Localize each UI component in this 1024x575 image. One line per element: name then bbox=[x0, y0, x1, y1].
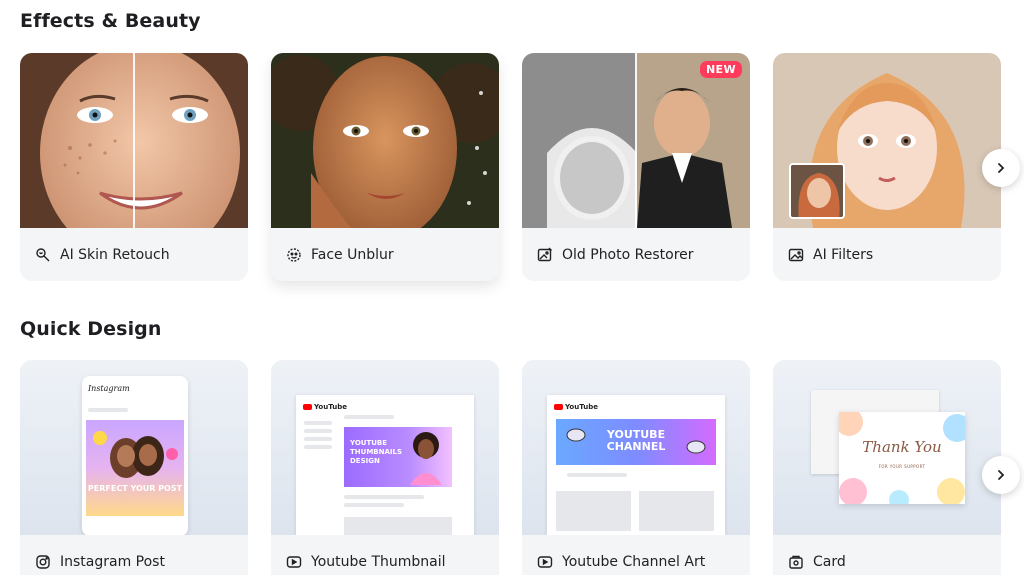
mock-card-subtitle: FOR YOUR SUPPORT bbox=[878, 464, 926, 469]
thumbnail-banner: YOUTUBE THUMBNAILS DESIGN bbox=[344, 427, 452, 487]
youtube-channel-art-preview: YouTube YOUTUBE CHANNEL bbox=[522, 360, 750, 535]
youtube-play-icon bbox=[537, 554, 553, 570]
card-label: AI Skin Retouch bbox=[60, 246, 170, 263]
effects-next-arrow-button[interactable] bbox=[982, 149, 1020, 187]
face-unblur-icon bbox=[286, 247, 302, 263]
old-photo-preview-image: NEW bbox=[522, 53, 750, 228]
card-card[interactable]: Thank You FOR YOUR SUPPORT Card bbox=[773, 360, 1001, 575]
channel-banner: YOUTUBE CHANNEL bbox=[556, 419, 716, 465]
card-ai-skin-retouch[interactable]: AI Skin Retouch bbox=[20, 53, 248, 281]
youtube-channel-mockup: YouTube YOUTUBE CHANNEL bbox=[547, 395, 725, 535]
mock-channel-text: YOUTUBE CHANNEL bbox=[606, 428, 666, 453]
quick-design-next-arrow-button[interactable] bbox=[982, 456, 1020, 494]
card-label: Old Photo Restorer bbox=[562, 246, 694, 263]
card-caption: AI Skin Retouch bbox=[20, 228, 248, 281]
card-caption: AI Filters bbox=[773, 228, 1001, 281]
section-title-effects: Effects & Beauty bbox=[20, 10, 201, 32]
instagram-post-preview: Instagram PERFECT YOUR POST bbox=[20, 360, 248, 535]
chevron-right-icon bbox=[995, 466, 1007, 485]
skin-retouch-icon bbox=[35, 247, 51, 263]
card-ai-filters[interactable]: AI Filters bbox=[773, 53, 1001, 281]
post-image: PERFECT YOUR POST bbox=[86, 420, 184, 516]
card-caption: Card bbox=[773, 535, 1001, 575]
mock-header: Instagram bbox=[88, 384, 130, 393]
mock-card-title: Thank You bbox=[862, 438, 942, 456]
card-old-photo-restorer[interactable]: NEW Old Photo Restorer bbox=[522, 53, 750, 281]
card-label: Youtube Thumbnail bbox=[311, 553, 446, 570]
card-caption: Youtube Channel Art bbox=[522, 535, 750, 575]
instagram-icon bbox=[35, 554, 51, 570]
card-icon bbox=[788, 554, 804, 570]
card-label: Instagram Post bbox=[60, 553, 165, 570]
card-label: AI Filters bbox=[813, 246, 874, 263]
card-caption: Youtube Thumbnail bbox=[271, 535, 499, 575]
quick-design-carousel: Instagram PERFECT YOUR POST Instagram Po… bbox=[20, 360, 1001, 575]
new-badge: NEW bbox=[699, 61, 742, 78]
youtube-logo: YouTube bbox=[554, 403, 598, 411]
card-youtube-channel-art[interactable]: YouTube YOUTUBE CHANNEL Youtube Channel … bbox=[522, 360, 750, 575]
chevron-right-icon bbox=[995, 159, 1007, 178]
youtube-play-icon bbox=[286, 554, 302, 570]
card-face-unblur[interactable]: Face Unblur bbox=[271, 53, 499, 281]
card-label: Face Unblur bbox=[311, 246, 394, 263]
mock-thumbnail-text: YOUTUBE THUMBNAILS DESIGN bbox=[350, 439, 403, 465]
card-caption: Instagram Post bbox=[20, 535, 248, 575]
mock-post-text: PERFECT YOUR POST bbox=[87, 484, 183, 493]
thank-you-card-mockup: Thank You FOR YOUR SUPPORT bbox=[839, 412, 965, 504]
skin-retouch-preview-image bbox=[20, 53, 248, 228]
effects-carousel: AI Skin Retouch Face Unblur NEW Old Phot… bbox=[20, 53, 1001, 283]
card-instagram-post[interactable]: Instagram PERFECT YOUR POST Instagram Po… bbox=[20, 360, 248, 575]
phone-mockup: Instagram PERFECT YOUR POST bbox=[82, 376, 188, 535]
section-title-quick-design: Quick Design bbox=[20, 318, 162, 340]
card-design-preview: Thank You FOR YOUR SUPPORT bbox=[773, 360, 1001, 535]
ai-filters-preview-image bbox=[773, 53, 1001, 228]
youtube-thumbnail-preview: YouTube YOUTUBE THUMBNAILS DESIGN bbox=[271, 360, 499, 535]
card-caption: Face Unblur bbox=[271, 228, 499, 281]
original-photo-inset bbox=[789, 163, 845, 219]
youtube-logo: YouTube bbox=[303, 403, 347, 411]
card-label: Youtube Channel Art bbox=[562, 553, 706, 570]
youtube-page-mockup: YouTube YOUTUBE THUMBNAILS DESIGN bbox=[296, 395, 474, 535]
face-unblur-preview-image bbox=[271, 53, 499, 228]
card-label: Card bbox=[813, 553, 846, 570]
filters-icon bbox=[788, 247, 804, 263]
card-youtube-thumbnail[interactable]: YouTube YOUTUBE THUMBNAILS DESIGN Youtub… bbox=[271, 360, 499, 575]
photo-restore-icon bbox=[537, 247, 553, 263]
card-caption: Old Photo Restorer bbox=[522, 228, 750, 281]
